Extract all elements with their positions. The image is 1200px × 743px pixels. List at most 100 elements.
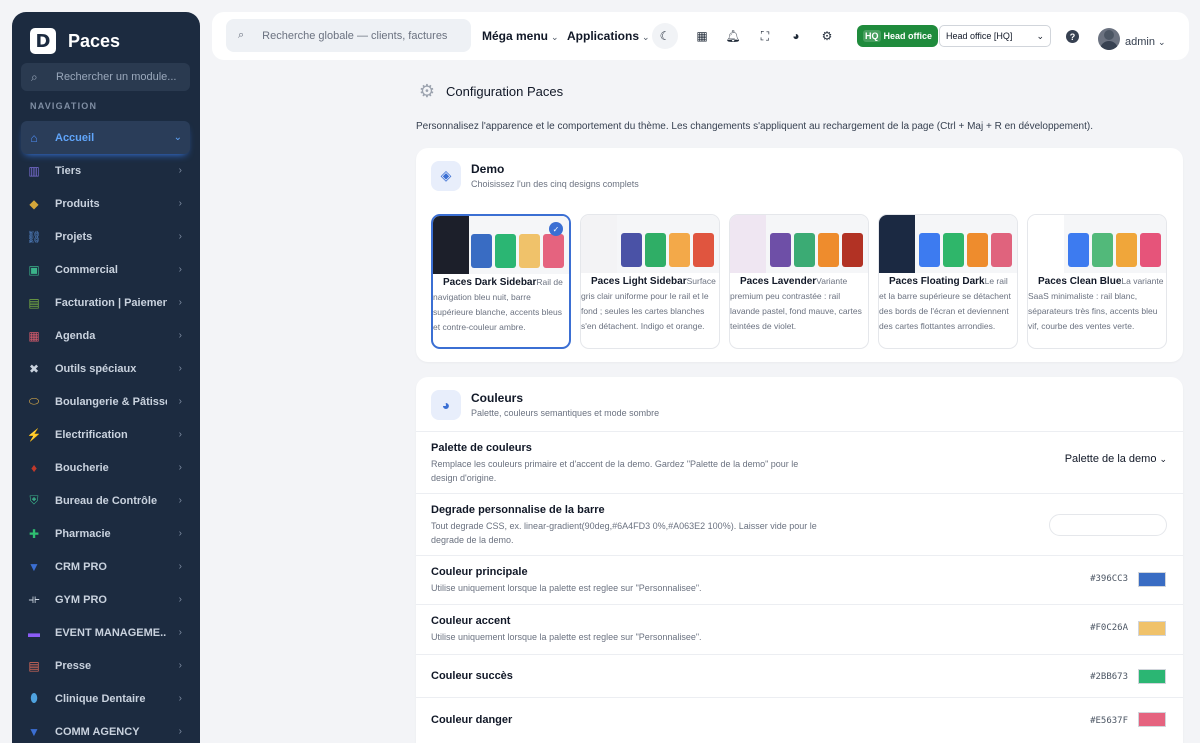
chevron-icon: › — [178, 429, 182, 440]
check-icon: ✓ — [549, 222, 563, 236]
sidebar-item[interactable]: ⟛ GYM PRO › — [21, 583, 190, 616]
home-icon: ⌂ — [30, 130, 38, 145]
accent-color-help: Utilise uniquement lorsque la palette es… — [431, 632, 702, 642]
palette-icon[interactable]: ◕ — [788, 28, 804, 44]
demo-swatches — [471, 234, 564, 268]
ticket-icon: ▬ — [28, 625, 40, 640]
accent-color-swatch[interactable] — [1138, 621, 1166, 636]
demo-name: Paces Lavender — [740, 276, 817, 287]
sidebar-item[interactable]: ▼ CRM PRO › — [21, 550, 190, 583]
demo-rail-preview — [1028, 215, 1064, 273]
gradient-input[interactable] — [1049, 514, 1167, 536]
demo-text: Paces Dark SidebarRail de navigation ble… — [433, 274, 569, 335]
demo-rail-preview — [730, 215, 766, 273]
avatar[interactable] — [1098, 28, 1120, 50]
layers-icon: ◈ — [431, 160, 461, 191]
chevron-icon: › — [178, 363, 182, 374]
demo-card: ◈ Demo Choisissez l'un des cinq designs … — [416, 148, 1183, 362]
sidebar-item[interactable]: ✚ Pharmacie › — [21, 517, 190, 550]
color-swatch — [669, 233, 690, 267]
project-icon: ⛓ — [26, 229, 42, 244]
mega-menu-button[interactable]: Méga menu ⌄ — [482, 29, 559, 43]
success-color-label: Couleur succès — [431, 670, 513, 682]
accent-color-hex: #F0C26A — [1090, 623, 1128, 633]
brand[interactable]: D Paces — [12, 12, 200, 58]
sidebar-item[interactable]: ✖ Outils spéciaux › — [21, 352, 190, 385]
moon-icon: ☾ — [659, 29, 671, 43]
demo-name: Paces Light Sidebar — [591, 276, 687, 287]
sidebar-item[interactable]: ▦ Agenda › — [21, 319, 190, 352]
demo-option[interactable]: Paces Light SidebarSurface gris clair un… — [580, 214, 720, 349]
color-swatch — [495, 234, 516, 268]
colors-card-title: Couleurs — [471, 391, 524, 405]
color-swatch — [967, 233, 988, 267]
tooth-icon: ⬮ — [30, 691, 38, 705]
bolt-icon: ⚡ — [26, 427, 42, 442]
nav-section-title: NAVIGATION — [30, 101, 98, 111]
color-swatch — [991, 233, 1012, 267]
help-icon[interactable]: ? — [1066, 30, 1079, 43]
demo-text: Paces Clean BlueLa variante SaaS minimal… — [1028, 273, 1166, 334]
sidebar-item-label: Boulangerie & Pâtisse... — [55, 395, 167, 408]
gear-icon[interactable]: ⚙ — [819, 28, 835, 44]
sidebar-item[interactable]: ▥ Tiers › — [21, 154, 190, 187]
demo-name: Paces Clean Blue — [1038, 276, 1122, 287]
primary-color-label: Couleur principale — [431, 566, 528, 578]
sidebar-item-label: Tiers — [55, 164, 82, 177]
newspaper-icon: ▤ — [28, 658, 40, 673]
search-icon: ⌕ — [238, 29, 245, 41]
color-swatch — [1068, 233, 1089, 267]
sidebar-item[interactable]: ▤ Presse › — [21, 649, 190, 682]
bell-icon[interactable]: 🔔︎ — [725, 28, 741, 44]
demo-swatches — [919, 233, 1012, 267]
danger-color-swatch[interactable] — [1138, 712, 1166, 727]
apps-grid-icon[interactable]: ▦ — [694, 28, 710, 44]
demo-option[interactable]: Paces LavenderVariante premium peu contr… — [729, 214, 869, 349]
sidebar-item[interactable]: ▬ EVENT MANAGEME... › — [21, 616, 190, 649]
user-menu[interactable]: admin ⌄ — [1125, 36, 1166, 48]
sidebar-item[interactable]: ⛨ Bureau de Contrôle › — [21, 484, 190, 517]
funnel-icon: ▼ — [28, 559, 40, 574]
danger-color-label: Couleur danger — [431, 714, 513, 726]
palette-select[interactable]: Palette de la demo ⌄ — [1065, 453, 1167, 465]
global-search-input[interactable] — [262, 29, 448, 42]
sidebar-item[interactable]: ♦ Boucherie › — [21, 451, 190, 484]
hq-badge[interactable]: HQ Head office — [857, 25, 939, 47]
demo-name: Paces Dark Sidebar — [443, 277, 537, 288]
fullscreen-icon[interactable]: ⛶ — [757, 28, 773, 44]
chevron-icon: › — [178, 462, 182, 473]
demo-text: Paces LavenderVariante premium peu contr… — [730, 273, 868, 334]
sidebar-item-label: Electrification — [55, 428, 128, 441]
sidebar-item[interactable]: ◆ Produits › — [21, 187, 190, 220]
success-color-swatch[interactable] — [1138, 669, 1166, 684]
primary-color-hex: #396CC3 — [1090, 574, 1128, 584]
sidebar-item[interactable]: ⚡ Electrification › — [21, 418, 190, 451]
meat-icon: ♦ — [30, 460, 38, 475]
global-search: ⌕ — [226, 19, 471, 52]
module-search-input[interactable] — [56, 71, 186, 83]
primary-color-swatch[interactable] — [1138, 572, 1166, 587]
search-icon: ⌕ — [31, 69, 38, 84]
sidebar: D Paces ⌕ NAVIGATION ⌂ Accueil ⌄ ▥ Tiers › ◆ Pr… — [12, 12, 200, 743]
palette-icon: ◕ — [431, 389, 461, 420]
danger-color-row: Couleur danger #E5637F — [416, 697, 1183, 742]
demo-option[interactable]: ✓ Paces Dark SidebarRail de navigation bl… — [431, 214, 571, 349]
sidebar-item-label: Facturation | Paiement — [55, 296, 167, 309]
sidebar-item[interactable]: ▤ Facturation | Paiement › — [21, 286, 190, 319]
dark-mode-toggle[interactable]: ☾ — [652, 23, 678, 49]
sidebar-item[interactable]: ▣ Commercial › — [21, 253, 190, 286]
demo-preview — [581, 215, 719, 273]
sidebar-item[interactable]: ⬭ Boulangerie & Pâtisse... › — [21, 385, 190, 418]
demo-option[interactable]: Paces Clean BlueLa variante SaaS minimal… — [1027, 214, 1167, 349]
chevron-icon: ⌄ — [173, 132, 182, 143]
office-select[interactable]: Head office [HQ] ⌄ — [939, 25, 1051, 47]
demo-option[interactable]: Paces Floating DarkLe rail et la barre s… — [878, 214, 1018, 349]
cross-icon: ✚ — [28, 526, 40, 541]
sidebar-item[interactable]: ⌂ Accueil ⌄ — [21, 121, 190, 154]
sidebar-item[interactable]: ▼ COMM AGENCY › — [21, 715, 190, 743]
sidebar-item-label: Projets — [55, 230, 93, 243]
sidebar-item-label: Boucherie — [55, 461, 109, 474]
applications-menu-button[interactable]: Applications ⌄ — [567, 29, 650, 43]
sidebar-item[interactable]: ⛓ Projets › — [21, 220, 190, 253]
sidebar-item[interactable]: ⬮ Clinique Dentaire › — [21, 682, 190, 715]
